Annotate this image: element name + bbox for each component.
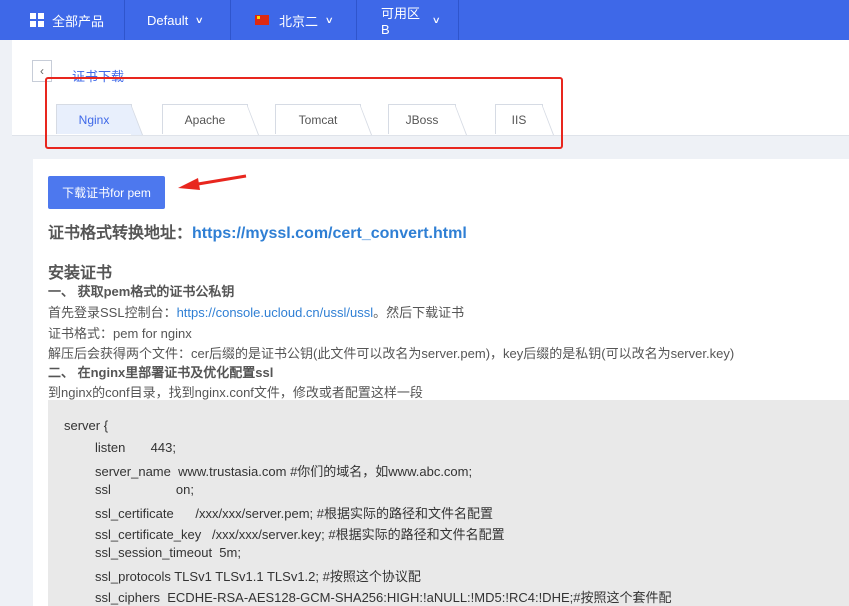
convert-url-link[interactable]: https://myssl.com/cert_convert.html — [192, 225, 467, 242]
china-flag-icon — [255, 15, 269, 25]
region-label: 北京二 — [279, 13, 319, 29]
annotation-arrow-icon — [178, 174, 247, 190]
code-line: listen 443; — [95, 440, 176, 455]
step1-line1: 首先登录SSL控制台：https://console.ucloud.cn/uss… — [48, 302, 464, 321]
step1-heading: 一、 获取pem格式的证书公私钥 — [48, 284, 235, 299]
code-line: ssl on; — [95, 482, 194, 497]
project-selector[interactable]: Default ∨ — [125, 0, 231, 40]
code-line: ssl_certificate /xxx/xxx/server.pem; #根据… — [95, 506, 494, 521]
chevron-down-icon: ∨ — [194, 14, 205, 25]
step1-line1-prefix: 首先登录SSL控制台： — [48, 305, 177, 320]
grid-icon — [30, 13, 44, 27]
convert-label: 证书格式转换地址： — [48, 225, 193, 242]
step2-line1: 到nginx的conf目录，找到nginx.conf文件，修改或者配置这样一段 — [48, 385, 423, 400]
project-label: Default — [147, 12, 189, 28]
annotation-highlight-box — [45, 77, 563, 149]
main-content: 下载证书for pem 证书格式转换地址：https://myssl.com/c… — [33, 159, 849, 606]
step1-line2: 证书格式：pem for nginx — [48, 326, 192, 341]
step1-line3: 解压后会获得两个文件：cer后缀的是证书公钥(此文件可以改名为server.pe… — [48, 346, 735, 361]
code-line: ssl_certificate_key /xxx/xxx/server.key;… — [95, 527, 505, 542]
top-navigation-bar: 全部产品 Default ∨ 北京二 ∨ 可用区B ∨ — [0, 0, 849, 40]
code-line: ssl_ciphers ECDHE-RSA-AES128-GCM-SHA256:… — [95, 590, 672, 605]
all-products-menu[interactable]: 全部产品 — [0, 0, 125, 40]
region-selector[interactable]: 北京二 ∨ — [231, 0, 357, 40]
chevron-left-icon: ‹ — [40, 64, 44, 78]
code-line: server { — [64, 418, 109, 433]
cert-convert-line: 证书格式转换地址：https://myssl.com/cert_convert.… — [48, 219, 467, 243]
download-pem-button[interactable]: 下载证书for pem — [48, 176, 165, 209]
chevron-down-icon: ∨ — [432, 14, 442, 25]
zone-selector[interactable]: 可用区B ∨ — [357, 0, 459, 40]
zone-label: 可用区B — [381, 6, 421, 37]
code-line: server_name www.trustasia.com #你们的域名，如ww… — [95, 464, 473, 479]
step2-heading: 二、 在nginx里部署证书及优化配置ssl — [48, 365, 274, 380]
install-section-title: 安装证书 — [48, 265, 113, 282]
all-products-label: 全部产品 — [52, 13, 105, 29]
code-line: ssl_protocols TLSv1 TLSv1.1 TLSv1.2; #按照… — [95, 569, 421, 584]
step1-line1-suffix: 。然后下载证书 — [373, 305, 465, 320]
code-block: server { listen 443; server_name www.tru… — [48, 400, 849, 606]
chevron-down-icon: ∨ — [324, 14, 334, 25]
console-link[interactable]: https://console.ucloud.cn/ussl/ussl — [177, 305, 374, 320]
code-line: ssl_session_timeout 5m; — [95, 545, 241, 560]
